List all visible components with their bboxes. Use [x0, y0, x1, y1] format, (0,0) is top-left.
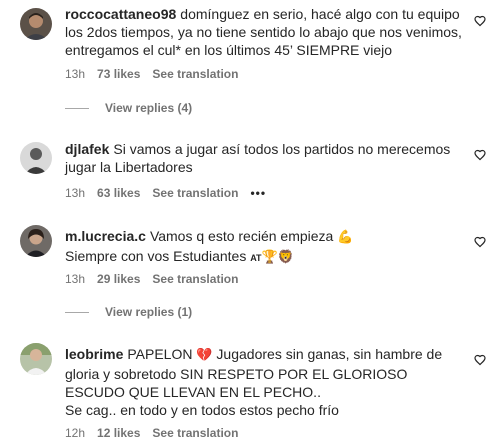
- comment-meta: 12h 12 likes See translation: [65, 425, 238, 441]
- lion-emoji: 🦁: [277, 250, 294, 265]
- comment-meta: 13h 73 likes See translation: [65, 66, 238, 82]
- comment-text-line2: Siempre con vos Estudiantes: [65, 248, 247, 264]
- like-heart-icon[interactable]: [474, 14, 486, 27]
- comment-body: m.lucrecia.c Vamos q esto recién empieza …: [65, 227, 470, 267]
- comment-time: 13h: [65, 272, 86, 286]
- comment-body: roccocattaneo98 domínguez en serio, hacé …: [65, 5, 470, 59]
- likes-count[interactable]: 63 likes: [97, 185, 140, 201]
- like-heart-icon[interactable]: [474, 235, 486, 248]
- broken-heart-emoji: 💔: [196, 348, 213, 363]
- trophy-emoji: 🏆: [261, 250, 278, 265]
- comment-text: PAPELON: [127, 346, 193, 362]
- comment-time: 12h: [65, 426, 86, 440]
- view-replies-button[interactable]: View replies (1): [65, 305, 192, 319]
- likes-count[interactable]: 29 likes: [97, 271, 140, 287]
- likes-count[interactable]: 12 likes: [97, 425, 140, 441]
- see-translation-link[interactable]: See translation: [152, 271, 238, 287]
- likes-count[interactable]: 73 likes: [97, 66, 140, 82]
- avatar[interactable]: [20, 8, 52, 40]
- like-heart-icon[interactable]: [474, 148, 486, 161]
- comment-body: leobrime PAPELON 💔 Jugadores sin ganas, s…: [65, 345, 470, 419]
- comment-username[interactable]: m.lucrecia.c: [65, 228, 146, 244]
- view-replies-label: View replies (4): [105, 101, 193, 115]
- more-options-icon[interactable]: •••: [250, 185, 266, 201]
- comment-time: 13h: [65, 186, 86, 200]
- see-translation-link[interactable]: See translation: [152, 185, 238, 201]
- at-tag: AT: [250, 253, 262, 263]
- comment-body: djlafek Si vamos a jugar así todos los pa…: [65, 140, 470, 176]
- flexed-biceps-emoji: 💪: [337, 230, 354, 245]
- avatar[interactable]: [20, 142, 52, 174]
- view-replies-button[interactable]: View replies (4): [65, 101, 192, 115]
- comment-time: 13h: [65, 67, 86, 81]
- comment-text: Vamos q esto recién empieza: [149, 228, 334, 244]
- comment-username[interactable]: djlafek: [65, 141, 109, 157]
- comment-text: Si vamos a jugar así todos los partidos …: [65, 141, 455, 175]
- replies-divider-line: [65, 311, 89, 313]
- see-translation-link[interactable]: See translation: [152, 425, 238, 441]
- comment-username[interactable]: leobrime: [65, 346, 123, 362]
- view-replies-label: View replies (1): [105, 305, 193, 319]
- see-translation-link[interactable]: See translation: [152, 66, 238, 82]
- comment-meta: 13h 63 likes See translation •••: [65, 185, 266, 201]
- avatar[interactable]: [20, 225, 52, 257]
- comment-meta: 13h 29 likes See translation: [65, 271, 238, 287]
- avatar[interactable]: [20, 343, 52, 375]
- replies-divider-line: [65, 107, 89, 109]
- comment-username[interactable]: roccocattaneo98: [65, 6, 176, 22]
- like-heart-icon[interactable]: [474, 353, 486, 366]
